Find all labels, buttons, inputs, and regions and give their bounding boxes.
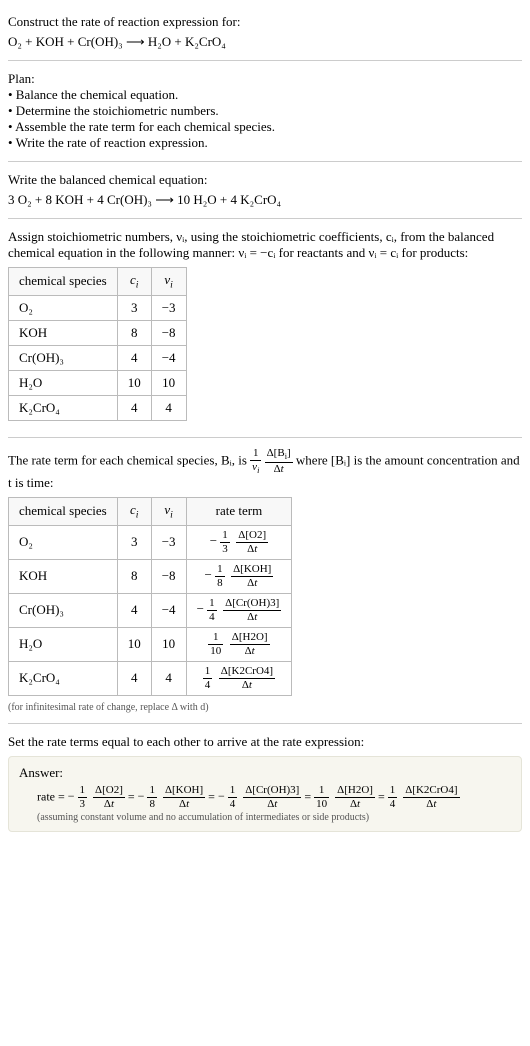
answer-label: Answer: (19, 765, 511, 781)
rateterm-text: The rate term for each chemical species,… (8, 448, 522, 491)
rate-label: rate = (37, 789, 68, 803)
cell-rate: − 14 Δ[Cr(OH)3]Δt (186, 593, 292, 627)
cell-species: K₂CrO₄ (9, 395, 118, 420)
answer-box: Answer: rate = − 13 Δ[O2]Δt = − 18 Δ[KOH… (8, 756, 522, 832)
cell-species: KOH (9, 320, 118, 345)
cell-species: O₂ (9, 525, 118, 559)
balanced-section: Write the balanced chemical equation: 3 … (8, 166, 522, 214)
cell-vi: −4 (151, 345, 186, 370)
balanced-title: Write the balanced chemical equation: (8, 172, 522, 188)
term: − 13 Δ[O2]Δt (68, 789, 128, 803)
assign-text: Assign stoichiometric numbers, νᵢ, using… (8, 229, 522, 261)
cell-vi: −8 (151, 559, 186, 593)
intro-title: Construct the rate of reaction expressio… (8, 14, 522, 30)
col-species: chemical species (9, 498, 118, 526)
table-row: O₂ 3 −3 − 13 Δ[O2]Δt (9, 525, 292, 559)
col-ci: ci (117, 268, 151, 296)
table-row: K₂CrO₄ 4 4 (9, 395, 187, 420)
neg: − (210, 533, 217, 548)
cell-vi: −3 (151, 295, 186, 320)
cell-vi: −3 (151, 525, 186, 559)
table-row: O₂ 3 −3 (9, 295, 187, 320)
table-row: K₂CrO₄ 4 4 14 Δ[K2CrO4]Δt (9, 661, 292, 695)
rate-expression: rate = − 13 Δ[O2]Δt = − 18 Δ[KOH]Δt = − … (19, 785, 511, 810)
balanced-equation: 3 O₂ + 8 KOH + 4 Cr(OH)₃ ⟶ 10 H₂O + 4 K₂… (8, 192, 522, 208)
cell-species: K₂CrO₄ (9, 661, 118, 695)
plan-section: Plan: • Balance the chemical equation. •… (8, 65, 522, 157)
cell-ci: 10 (117, 627, 151, 661)
cell-rate: 110 Δ[H2O]Δt (186, 627, 292, 661)
cell-species: H₂O (9, 627, 118, 661)
divider (8, 218, 522, 219)
table-row: KOH 8 −8 (9, 320, 187, 345)
cell-ci: 4 (117, 345, 151, 370)
divider (8, 437, 522, 438)
cell-ci: 8 (117, 320, 151, 345)
col-species: chemical species (9, 268, 118, 296)
plan-title: Plan: (8, 71, 522, 87)
rateterm-table: chemical species ci νi rate term O₂ 3 −3… (8, 497, 292, 696)
col-vi: νi (151, 498, 186, 526)
cell-ci: 4 (117, 395, 151, 420)
assign-section: Assign stoichiometric numbers, νᵢ, using… (8, 223, 522, 433)
table-header-row: chemical species ci νi (9, 268, 187, 296)
cell-ci: 10 (117, 370, 151, 395)
cell-rate: − 13 Δ[O2]Δt (186, 525, 292, 559)
intro-equation: O₂ + KOH + Cr(OH)₃ ⟶ H₂O + K₂CrO₄ (8, 34, 522, 50)
plan-item: • Balance the chemical equation. (8, 87, 522, 103)
table-row: Cr(OH)₃ 4 −4 − 14 Δ[Cr(OH)3]Δt (9, 593, 292, 627)
cell-species: O₂ (9, 295, 118, 320)
cell-vi: 10 (151, 370, 186, 395)
plan-item: • Determine the stoichiometric numbers. (8, 103, 522, 119)
cell-ci: 3 (117, 295, 151, 320)
cell-vi: −8 (151, 320, 186, 345)
final-title: Set the rate terms equal to each other t… (8, 734, 522, 750)
term: − 14 Δ[Cr(OH)3]Δt (218, 789, 304, 803)
intro-section: Construct the rate of reaction expressio… (8, 8, 522, 56)
cell-species: KOH (9, 559, 118, 593)
cell-ci: 3 (117, 525, 151, 559)
cell-vi: 4 (151, 661, 186, 695)
final-section: Set the rate terms equal to each other t… (8, 728, 522, 838)
table-row: H₂O 10 10 (9, 370, 187, 395)
term: 14 Δ[K2CrO4]Δt (388, 789, 460, 803)
cell-vi: 4 (151, 395, 186, 420)
plan-item: • Assemble the rate term for each chemic… (8, 119, 522, 135)
table-row: Cr(OH)₃ 4 −4 (9, 345, 187, 370)
divider (8, 723, 522, 724)
stoich-table: chemical species ci νi O₂ 3 −3 KOH 8 −8 … (8, 267, 187, 421)
rateterm-formula: 1νi Δ[Bi]Δt (250, 452, 296, 467)
plan-item: • Write the rate of reaction expression. (8, 135, 522, 151)
divider (8, 60, 522, 61)
col-vi: νi (151, 268, 186, 296)
rateterm-note: (for infinitesimal rate of change, repla… (8, 702, 522, 713)
cell-rate: 14 Δ[K2CrO4]Δt (186, 661, 292, 695)
rateterm-section: The rate term for each chemical species,… (8, 442, 522, 719)
cell-species: H₂O (9, 370, 118, 395)
cell-rate: − 18 Δ[KOH]Δt (186, 559, 292, 593)
divider (8, 161, 522, 162)
cell-species: Cr(OH)₃ (9, 345, 118, 370)
term: 110 Δ[H2O]Δt (314, 789, 378, 803)
cell-vi: 10 (151, 627, 186, 661)
term: − 18 Δ[KOH]Δt (138, 789, 209, 803)
table-header-row: chemical species ci νi rate term (9, 498, 292, 526)
neg: − (205, 567, 212, 582)
col-ci: ci (117, 498, 151, 526)
cell-ci: 8 (117, 559, 151, 593)
answer-note: (assuming constant volume and no accumul… (19, 812, 511, 823)
table-row: H₂O 10 10 110 Δ[H2O]Δt (9, 627, 292, 661)
cell-ci: 4 (117, 661, 151, 695)
rateterm-text-before: The rate term for each chemical species,… (8, 452, 250, 467)
cell-species: Cr(OH)₃ (9, 593, 118, 627)
col-rate: rate term (186, 498, 292, 526)
neg: − (197, 601, 204, 616)
cell-vi: −4 (151, 593, 186, 627)
cell-ci: 4 (117, 593, 151, 627)
table-row: KOH 8 −8 − 18 Δ[KOH]Δt (9, 559, 292, 593)
